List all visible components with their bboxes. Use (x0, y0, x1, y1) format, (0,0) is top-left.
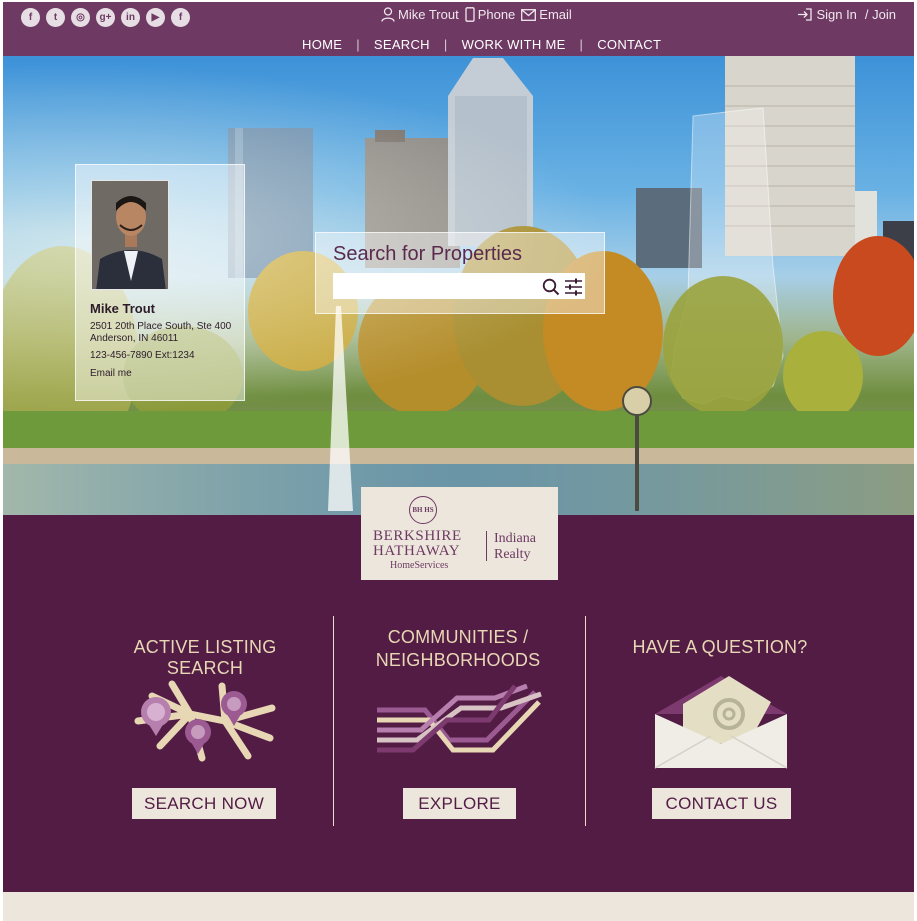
agent-name-label: Mike Trout (398, 7, 459, 22)
nav-work-with-me[interactable]: WORK WITH ME (462, 37, 566, 52)
sign-in-area: Sign In / Join (797, 7, 896, 22)
listing-search-title: ACTIVE LISTING SEARCH (133, 637, 277, 678)
nav-separator: | (356, 37, 360, 52)
search-now-button[interactable]: SEARCH NOW (132, 788, 276, 819)
region-line1: Indiana (494, 531, 536, 546)
nav-contact[interactable]: CONTACT (597, 37, 661, 52)
main-nav: HOME | SEARCH | WORK WITH ME | CONTACT (302, 37, 661, 52)
map-pins-icon (134, 680, 276, 762)
phone-link[interactable]: Phone (465, 7, 516, 22)
brand-logo[interactable]: BH HS BERKSHIRE HATHAWAY HomeServices In… (361, 487, 558, 580)
linkedin-icon[interactable]: in (121, 8, 140, 27)
page: f t ◎ g+ in ▶ f Mike Trout Phone Email S… (3, 2, 914, 921)
hero-banner: Mike Trout 2501 20th Place South, Ste 40… (3, 56, 914, 515)
twitter-icon[interactable]: t (46, 8, 65, 27)
column-divider (585, 616, 586, 826)
search-panel-title: Search for Properties (333, 243, 522, 265)
email-link[interactable]: Email (521, 7, 572, 22)
envelope-icon (654, 676, 788, 769)
brand-seal: BH HS (409, 496, 437, 524)
brand-line1: BERKSHIRE (373, 528, 462, 544)
nav-home[interactable]: HOME (302, 37, 342, 52)
explore-button[interactable]: EXPLORE (403, 788, 516, 819)
contact-us-button[interactable]: CONTACT US (652, 788, 791, 819)
agent-email-link[interactable]: Email me (90, 368, 132, 379)
sign-in-icon (798, 8, 813, 21)
email-label: Email (539, 7, 572, 22)
top-header: f t ◎ g+ in ▶ f Mike Trout Phone Email S… (3, 2, 914, 56)
property-search-panel: Search for Properties (315, 232, 605, 314)
brand-region: Indiana Realty (494, 531, 536, 563)
facebook-icon[interactable]: f (171, 8, 190, 27)
nav-search[interactable]: SEARCH (374, 37, 430, 52)
join-link[interactable]: / Join (865, 7, 896, 22)
youtube-icon[interactable]: ▶ (146, 8, 165, 27)
agent-portrait-image (92, 181, 168, 289)
column-divider (333, 616, 334, 826)
brand-name: BERKSHIRE HATHAWAY (373, 529, 462, 559)
phone-label: Phone (477, 7, 516, 22)
phone-icon (465, 7, 475, 22)
roads-icon (377, 684, 542, 753)
search-icon[interactable] (542, 278, 560, 296)
brand-subtitle: HomeServices (390, 560, 449, 571)
logo-divider (486, 531, 487, 561)
nav-separator: | (443, 37, 448, 52)
agent-address-line2: Anderson, IN 46011 (90, 333, 179, 344)
communities-title: COMMUNITIES / NEIGHBORHOODS (348, 626, 568, 672)
google-plus-icon[interactable]: g+ (96, 8, 115, 27)
facebook-icon[interactable]: f (21, 8, 40, 27)
agent-photo (91, 180, 169, 290)
mail-icon (521, 8, 537, 21)
agent-address-line1: 2501 20th Place South, Ste 400 (90, 321, 232, 332)
brand-line2: HATHAWAY (373, 543, 461, 559)
agent-name: Mike Trout (90, 301, 156, 316)
instagram-icon[interactable]: ◎ (71, 8, 90, 27)
communities-title-line2: NEIGHBORHOODS (375, 650, 541, 670)
agent-contact-bar: Mike Trout Phone Email (381, 7, 572, 22)
social-links: f t ◎ g+ in ▶ f (21, 8, 190, 27)
filter-sliders-icon[interactable] (564, 278, 583, 296)
communities-title-line1: COMMUNITIES / (387, 627, 529, 647)
question-title: HAVE A QUESTION? (632, 637, 808, 657)
agent-phone: 123-456-7890 Ext:1234 (90, 350, 195, 361)
agent-card: Mike Trout 2501 20th Place South, Ste 40… (75, 164, 245, 401)
region-line2: Realty (494, 547, 531, 562)
sign-in-link[interactable]: Sign In (816, 7, 856, 22)
nav-separator: | (579, 37, 584, 52)
footer-band (3, 892, 914, 921)
user-icon (381, 7, 395, 22)
agent-name-link[interactable]: Mike Trout (381, 7, 459, 22)
